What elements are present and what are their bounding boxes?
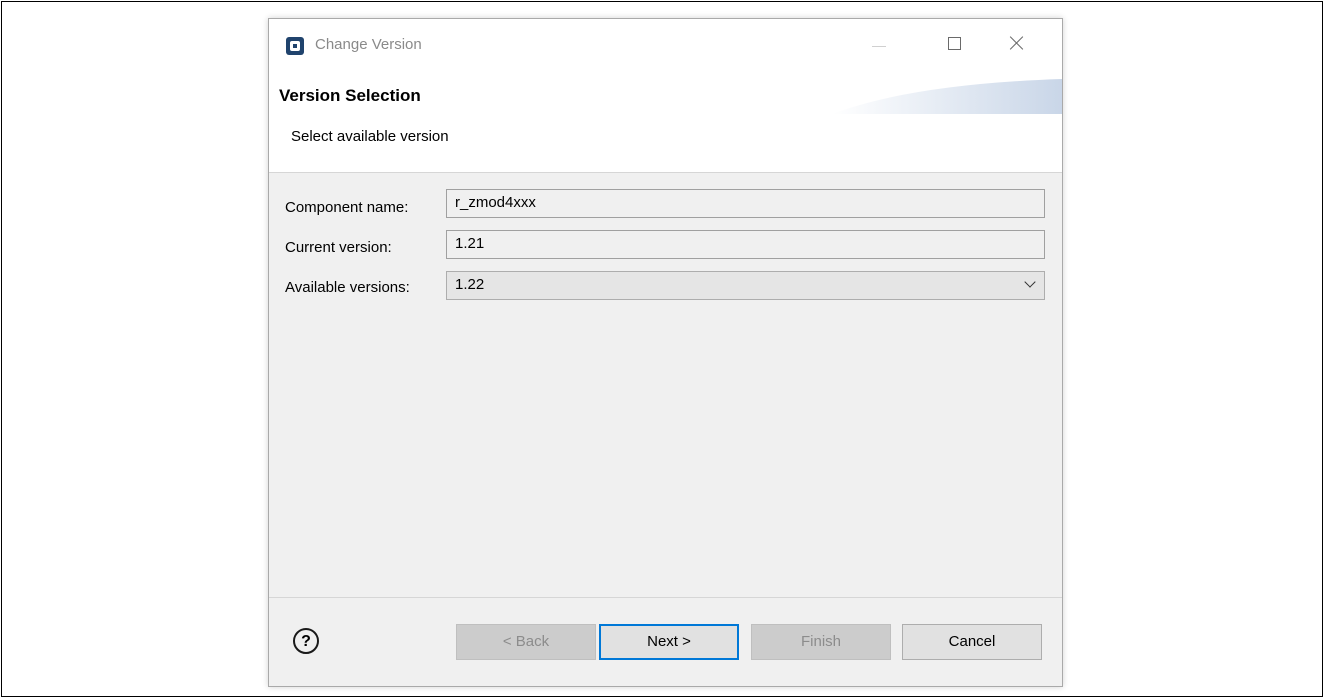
current-version-field[interactable]: 1.21: [446, 230, 1045, 259]
back-button[interactable]: < Back: [456, 624, 596, 660]
chevron-down-icon: [1024, 276, 1036, 288]
wizard-title: Version Selection: [279, 86, 421, 105]
help-icon[interactable]: ?: [293, 628, 319, 654]
component-name-label: Component name:: [285, 199, 409, 216]
finish-button[interactable]: Finish: [751, 624, 891, 660]
wizard-description: Select available version: [291, 128, 449, 145]
minimize-button[interactable]: [861, 29, 897, 61]
close-button[interactable]: [999, 29, 1035, 61]
title-bar: Change Version: [269, 19, 1062, 74]
cancel-button[interactable]: Cancel: [902, 624, 1042, 660]
banner-graphic: [832, 79, 1062, 114]
component-name-field[interactable]: r_zmod4xxx: [446, 189, 1045, 218]
next-button[interactable]: Next >: [599, 624, 739, 660]
app-icon: [286, 37, 304, 55]
footer-divider: [269, 597, 1062, 598]
available-versions-value: 1.22: [455, 276, 485, 293]
maximize-button[interactable]: [937, 29, 973, 61]
available-versions-select[interactable]: 1.22: [446, 271, 1045, 300]
change-version-dialog: Change Version Version Selection Select …: [268, 18, 1063, 687]
wizard-header: Version Selection Select available versi…: [269, 74, 1062, 173]
window-title: Change Version: [315, 36, 422, 53]
current-version-label: Current version:: [285, 239, 392, 256]
available-versions-label: Available versions:: [285, 279, 410, 296]
